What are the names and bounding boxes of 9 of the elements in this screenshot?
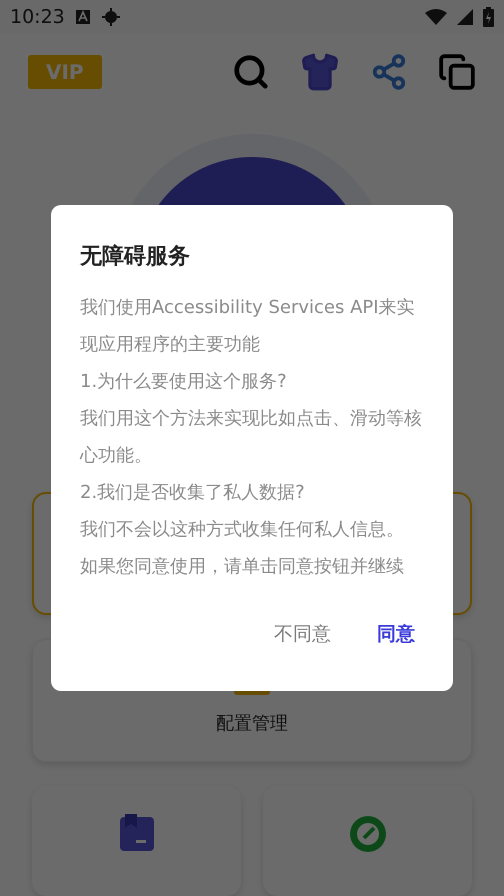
- dialog-text: 我们不会以这种方式收集任何私人信息。: [80, 518, 405, 542]
- card-label: 配置管理: [216, 712, 288, 735]
- dialog-text: 如果您同意使用，请单击同意按钮并继续: [80, 555, 405, 579]
- dialog-text: 我们用这个方法来实现比如点击、滑动等核心功能。: [80, 407, 423, 468]
- dialog-title: 无障碍服务: [80, 243, 191, 271]
- dialog-text: 2.我们是否收集了私人数据?: [80, 481, 306, 505]
- dialog-text: 1.为什么要使用这个服务?: [80, 370, 288, 394]
- clock: 10:23: [10, 6, 65, 28]
- dialog-text: 我们使用Accessibility Services API来实现应用程序的主要功能: [80, 296, 416, 357]
